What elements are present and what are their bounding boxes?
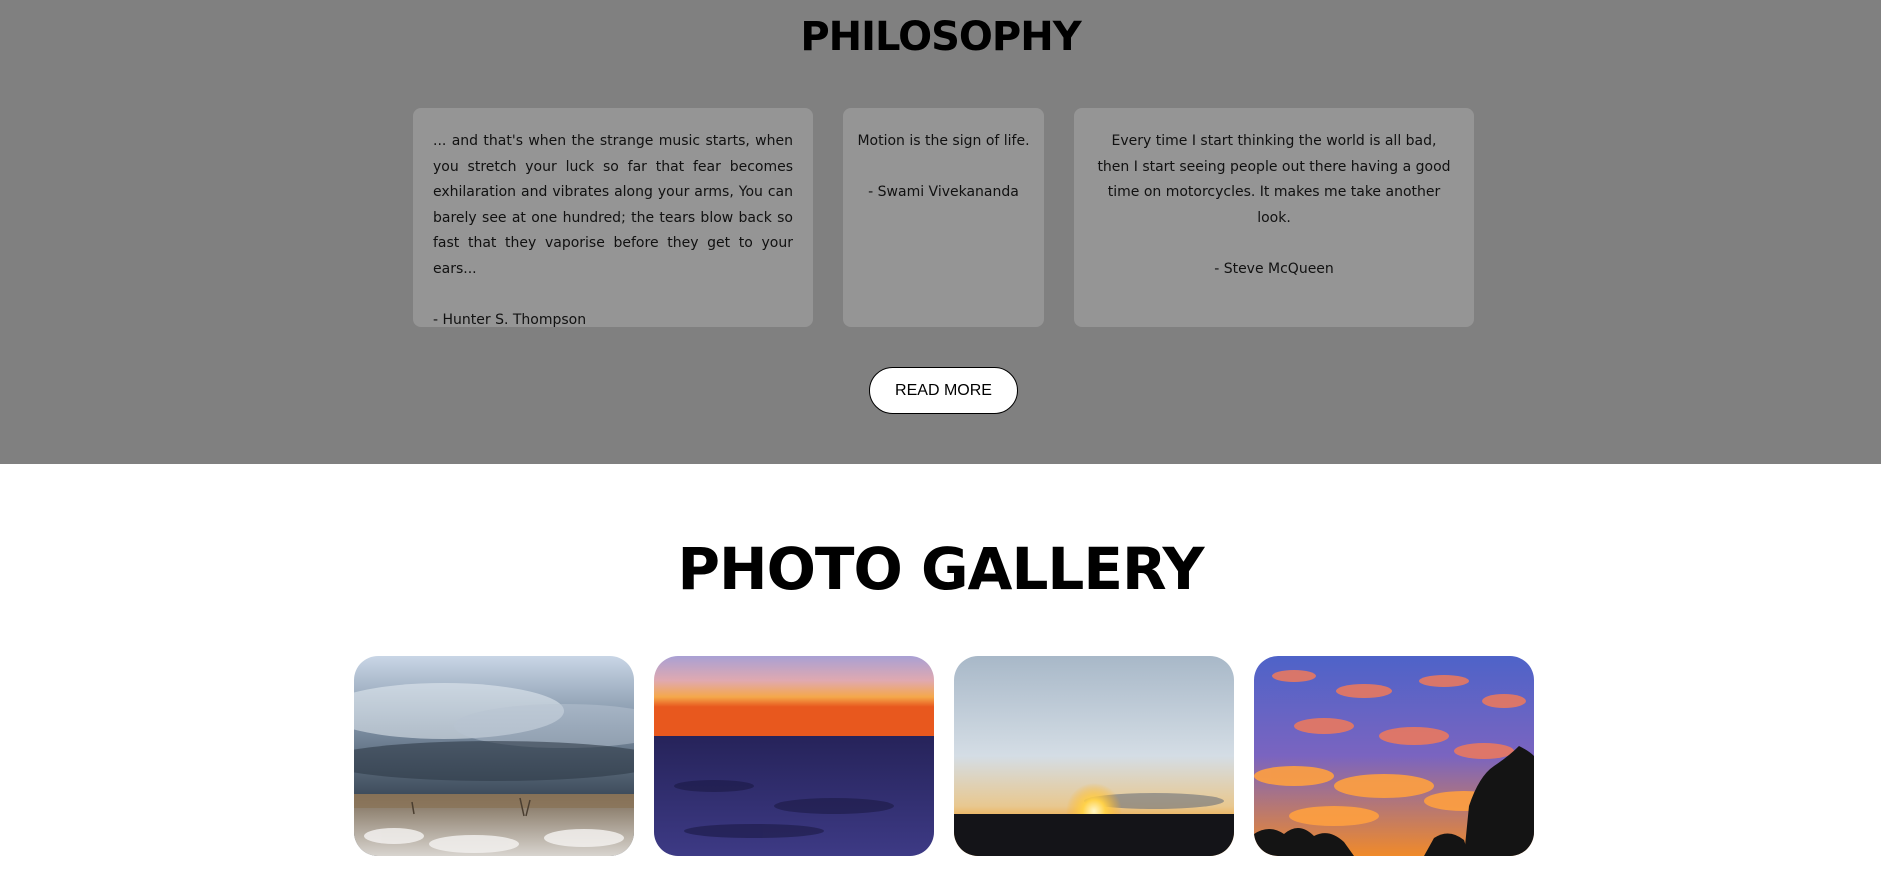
read-more-button[interactable]: READ MORE: [869, 367, 1018, 414]
quote-card: Motion is the sign of life. - Swami Vive…: [843, 108, 1044, 327]
gallery-photo-storm-clouds[interactable]: [354, 656, 634, 856]
quote-author: - Steve McQueen: [1214, 260, 1334, 277]
quote-text: Every time I start thinking the world is…: [1097, 133, 1451, 226]
quote-author: - Hunter S. Thompson: [433, 311, 587, 328]
quote-card: ... and that's when the strange music st…: [413, 108, 813, 328]
gallery-photo-fiery-clouds[interactable]: [1254, 656, 1534, 856]
philosophy-title: PHILOSOPHY: [800, 14, 1081, 60]
quote-text: ... and that's when the strange music st…: [433, 133, 793, 277]
gallery-photo-sunset-horizon[interactable]: [654, 656, 934, 856]
quote-text: Motion is the sign of life.: [857, 133, 1030, 149]
gallery-photo-sun-horizon[interactable]: [954, 656, 1234, 856]
philosophy-section: PHILOSOPHY ... and that's when the stran…: [0, 0, 1881, 464]
quote-author: - Swami Vivekananda: [868, 184, 1019, 200]
gallery-title: PHOTO GALLERY: [677, 535, 1205, 603]
quote-card: Every time I start thinking the world is…: [1074, 108, 1474, 327]
